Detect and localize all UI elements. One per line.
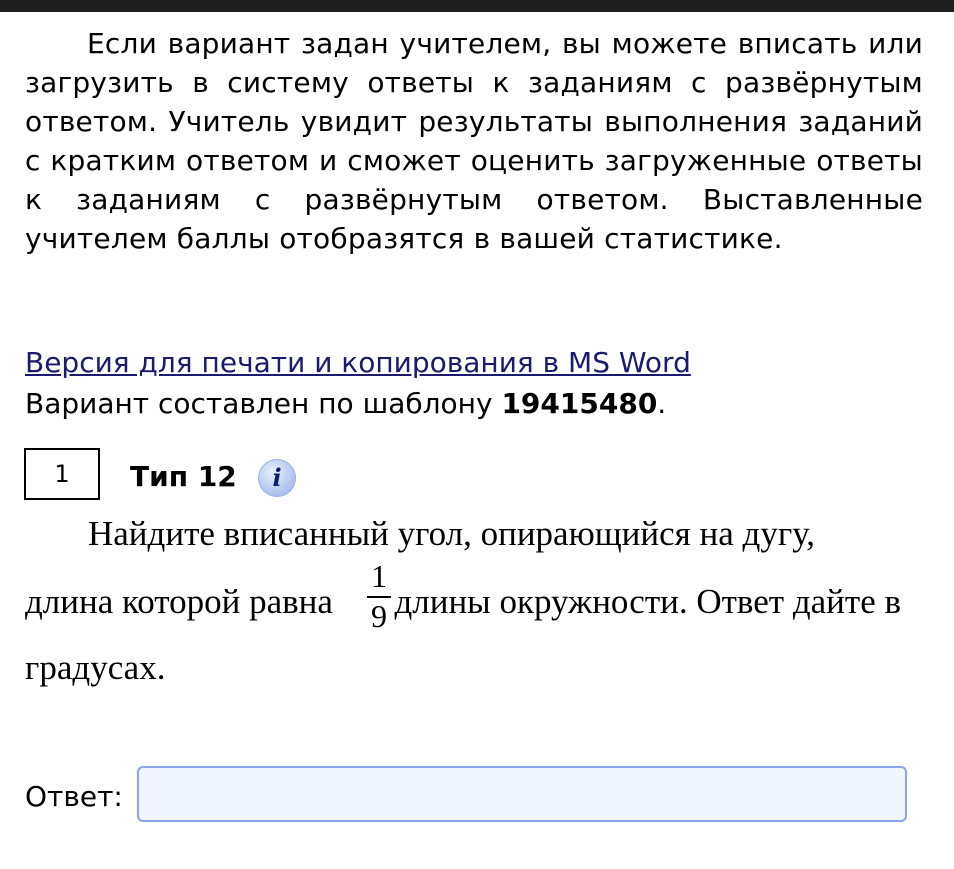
problem-line-2-before: длина которой равна [25,582,333,621]
info-icon[interactable]: i [258,459,296,497]
answer-label: Ответ: [25,780,123,813]
fraction: 1 9 [367,558,391,634]
problem-line-2: длина которой равна длины окружности. От… [25,582,923,622]
variant-template-id: 19415480 [501,387,658,420]
fraction-denominator: 9 [371,598,387,634]
problem-line-3: градусах. [25,648,166,687]
variant-template-prefix: Вариант составлен по шаблону [25,387,502,420]
variant-template-suffix: . [657,387,667,420]
problem-line-1: Найдите вписанный угол, опирающийся на д… [88,514,815,553]
task-number: 1 [54,460,70,488]
variant-template-line: Вариант составлен по шаблону 19415480. [25,385,666,423]
info-icon-glyph: i [272,463,282,492]
fraction-numerator: 1 [371,558,387,594]
print-version-link[interactable]: Версия для печати и копирования в MS Wor… [25,344,691,382]
problem-line-2-after: длины окружности. Ответ дайте в [394,582,902,621]
intro-paragraph: Если вариант задан учителем, вы можете в… [25,27,923,255]
answer-input[interactable] [137,766,907,822]
task-type-label: Тип 12 [130,460,237,493]
top-bar [0,0,954,12]
task-number-box: 1 [24,448,100,500]
